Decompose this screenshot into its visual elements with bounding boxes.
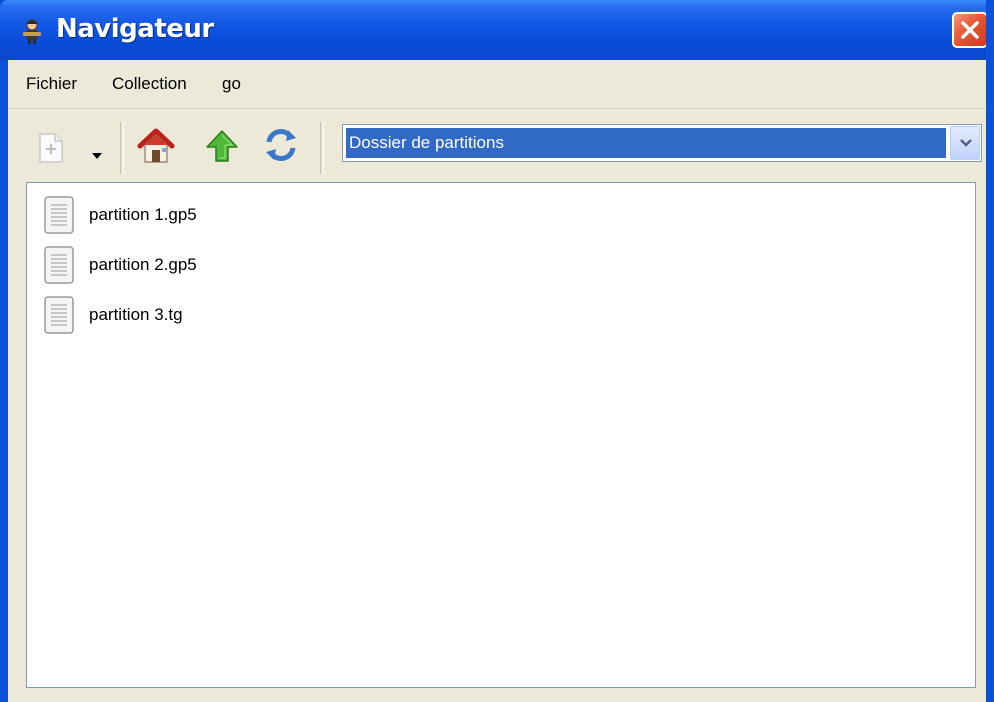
navigator-window: Navigateur Fichier Collection go Dossier… bbox=[0, 0, 994, 702]
location-combobox[interactable]: Dossier de partitions bbox=[342, 124, 982, 162]
file-name: partition 1.gp5 bbox=[89, 205, 197, 224]
chevron-down-icon bbox=[960, 139, 972, 147]
list-item[interactable]: partition 1.gp5 bbox=[43, 195, 443, 237]
up-arrow-icon bbox=[206, 130, 238, 162]
toolbar: Dossier de partitions bbox=[8, 110, 986, 180]
dropdown-arrow-icon bbox=[92, 153, 102, 159]
location-selected-value: Dossier de partitions bbox=[346, 128, 946, 158]
up-button[interactable] bbox=[204, 128, 240, 168]
location-dropdown-button[interactable] bbox=[950, 126, 980, 160]
navigator-app-icon bbox=[20, 18, 44, 44]
new-file-icon bbox=[39, 133, 63, 163]
refresh-button[interactable] bbox=[262, 126, 300, 168]
list-item[interactable]: partition 3.tg bbox=[43, 295, 443, 337]
menu-fichier[interactable]: Fichier bbox=[26, 74, 77, 94]
menu-bar: Fichier Collection go bbox=[8, 60, 986, 109]
refresh-icon bbox=[266, 129, 296, 161]
title-bar[interactable]: Navigateur bbox=[0, 0, 994, 60]
home-icon bbox=[137, 128, 175, 163]
document-icon bbox=[43, 195, 77, 239]
document-icon bbox=[43, 245, 77, 289]
document-icon bbox=[43, 295, 77, 339]
file-list[interactable]: partition 1.gp5 partition 2.gp5 partitio… bbox=[26, 182, 976, 688]
toolbar-separator bbox=[320, 122, 324, 174]
file-name: partition 2.gp5 bbox=[89, 255, 197, 274]
close-icon bbox=[961, 21, 979, 39]
menu-collection[interactable]: Collection bbox=[112, 74, 187, 94]
new-file-button[interactable] bbox=[38, 132, 64, 168]
menu-go[interactable]: go bbox=[222, 74, 241, 94]
file-name: partition 3.tg bbox=[89, 305, 183, 324]
new-file-dropdown[interactable] bbox=[92, 144, 102, 163]
toolbar-separator bbox=[120, 122, 124, 174]
close-button[interactable] bbox=[952, 12, 988, 48]
home-button[interactable] bbox=[136, 126, 176, 170]
list-item[interactable]: partition 2.gp5 bbox=[43, 245, 443, 287]
window-title: Navigateur bbox=[56, 14, 214, 44]
